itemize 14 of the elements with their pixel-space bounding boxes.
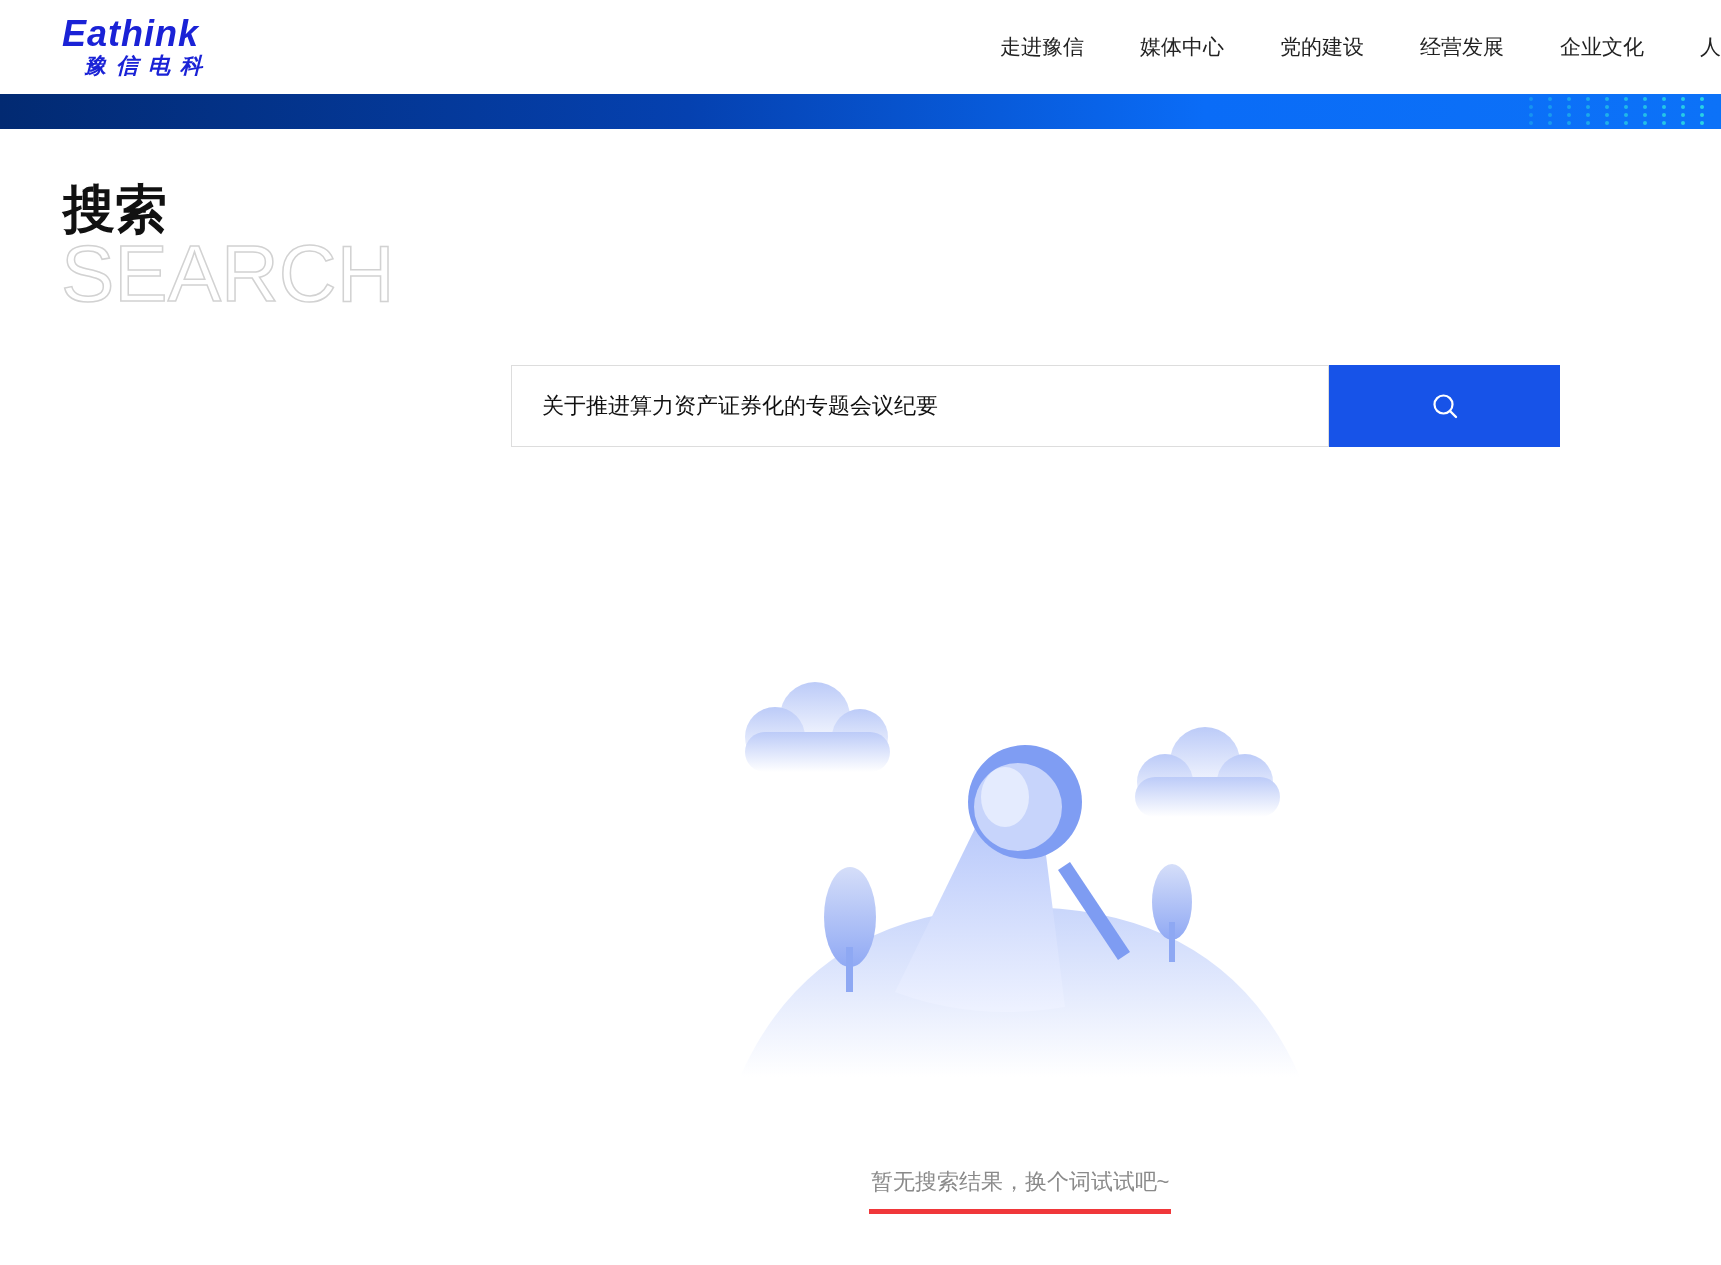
logo-name: 豫信电科 (84, 53, 212, 79)
search-field[interactable]: 关于推进算力资产证券化的专题会议纪要 (511, 365, 1329, 447)
page-title: 搜索 (63, 181, 167, 237)
nav-link[interactable]: 人 (1700, 33, 1721, 61)
logo-wordmark: Eathink (62, 15, 200, 53)
search-icon (1431, 393, 1458, 419)
logo[interactable]: Eathink 豫信电科 (62, 15, 212, 79)
nav-link[interactable]: 媒体中心 (1140, 33, 1224, 61)
nav-link[interactable]: 企业文化 (1560, 33, 1644, 61)
nav-link[interactable]: 走进豫信 (1000, 33, 1084, 61)
nav-link[interactable]: 党的建设 (1280, 33, 1364, 61)
nav-link[interactable]: 经营发展 (1420, 33, 1504, 61)
empty-result-message: 暂无搜索结果，换个词试试吧~ (870, 1168, 1170, 1196)
search-button[interactable] (1329, 365, 1560, 447)
